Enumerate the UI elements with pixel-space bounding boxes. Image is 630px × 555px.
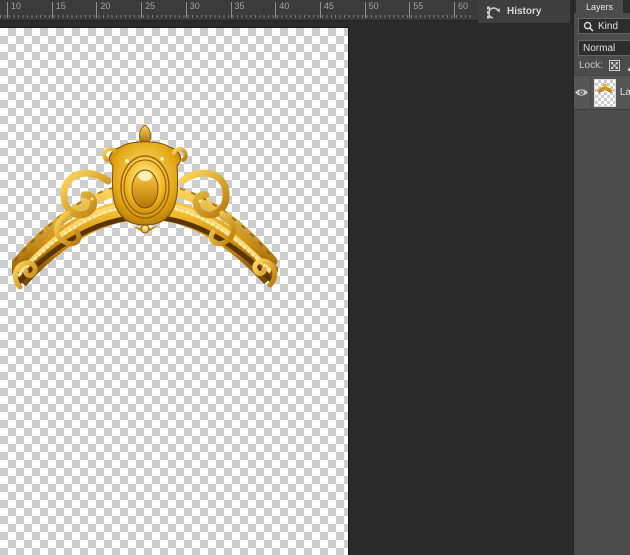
kind-filter-label: Kind (598, 20, 619, 32)
search-icon (583, 21, 594, 32)
layers-panel: Layers Kind Normal Lock: La (573, 0, 630, 555)
ruler-number: 10 (7, 2, 21, 18)
eye-icon (575, 89, 589, 96)
checkerboard-icon (608, 59, 620, 71)
layers-tab-label: Layers (585, 1, 613, 12)
ruler-number: 55 (409, 2, 423, 18)
horizontal-ruler[interactable]: 10 15 20 25 30 35 40 45 50 55 60 (0, 0, 478, 21)
tab-layers[interactable]: Layers (576, 0, 623, 13)
layer-visibility-toggle[interactable] (574, 76, 591, 109)
history-panel-tab[interactable]: History (478, 0, 570, 23)
gold-ornament-image[interactable] (12, 121, 278, 291)
layer-thumbnail[interactable] (593, 78, 616, 107)
blend-mode-value: Normal (583, 42, 616, 54)
layer-row[interactable]: La (574, 75, 630, 110)
brush-icon (627, 66, 630, 71)
history-tab-label: History (507, 6, 542, 17)
blend-mode-select[interactable]: Normal (578, 40, 630, 56)
ruler-number: 40 (275, 2, 289, 18)
ruler-number: 15 (51, 2, 66, 18)
lock-row: Lock: (579, 58, 630, 72)
canvas[interactable] (0, 27, 349, 555)
ruler-number: 25 (141, 2, 155, 18)
ruler-number: 35 (230, 2, 245, 18)
lock-paint-button[interactable] (626, 59, 630, 72)
history-icon (487, 6, 500, 19)
ruler-number: 45 (319, 2, 334, 18)
layer-filter-kind-select[interactable]: Kind (578, 18, 630, 34)
ruler-number: 50 (364, 2, 379, 18)
ruler-number: 20 (96, 2, 110, 18)
photoshop-workspace: 10 15 20 25 30 35 40 45 50 55 60 History (0, 0, 630, 555)
lock-label: Lock: (579, 59, 603, 71)
ruler-number: 60 (454, 2, 468, 18)
layer-thumbnail-ornament (596, 83, 613, 93)
layer-name: La (619, 87, 630, 98)
ruler-number: 30 (185, 2, 200, 18)
lock-transparent-pixels-button[interactable] (608, 59, 620, 71)
